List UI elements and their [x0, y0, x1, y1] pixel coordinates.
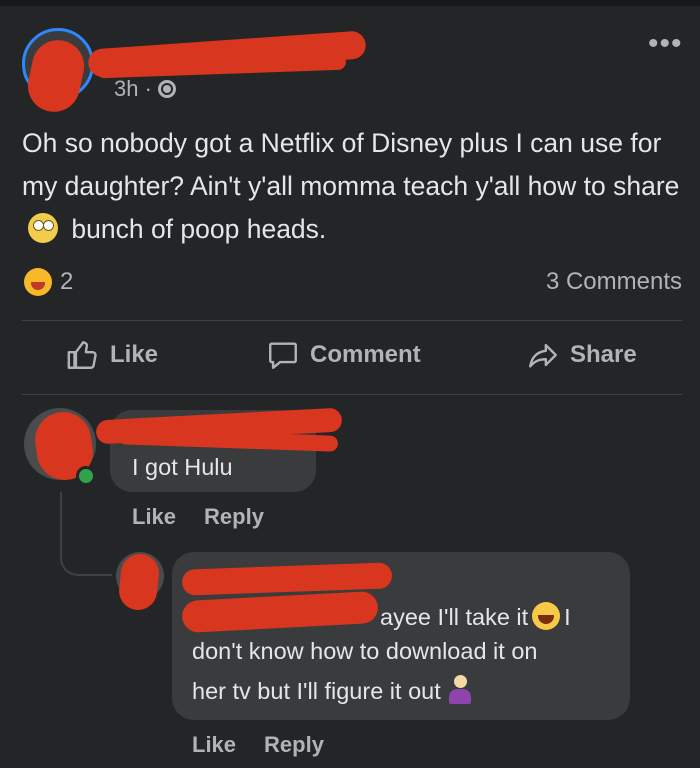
post-action-bar: Like Comment Share	[22, 338, 682, 378]
reaction-summary[interactable]: 2	[24, 268, 73, 296]
reply-text-part2: I	[564, 604, 571, 630]
share-button[interactable]: Share	[526, 338, 637, 372]
reply-actions: Like Reply	[192, 732, 324, 758]
reply-text-line3-wrap: her tv but I'll figure it out	[192, 672, 473, 710]
share-label: Share	[570, 341, 637, 368]
post-body: Oh so nobody got a Netflix of Disney plu…	[22, 122, 687, 251]
comment-reply-button[interactable]: Reply	[204, 504, 264, 530]
share-arrow-icon	[529, 343, 557, 368]
reply-text-line2: don't know how to download it on	[192, 638, 538, 664]
post-timestamp: 3h ·	[114, 76, 152, 101]
reply-reply-button[interactable]: Reply	[264, 732, 324, 758]
globe-icon	[157, 80, 176, 98]
online-status-dot	[76, 466, 96, 486]
comment-button[interactable]: Comment	[266, 338, 421, 372]
like-button[interactable]: Like	[66, 338, 158, 372]
comment-text: I got Hulu	[132, 454, 233, 480]
comment-actions: Like Reply	[132, 504, 264, 530]
reply-like-button[interactable]: Like	[192, 732, 236, 758]
thumbs-up-icon	[67, 341, 97, 369]
divider	[22, 320, 682, 321]
comment-label: Comment	[310, 341, 421, 368]
reply-text-line1: ayee I'll take it I	[380, 598, 571, 636]
reply-text-line3: her tv but I'll figure it out	[192, 678, 441, 704]
face-with-rolling-eyes-icon	[28, 213, 58, 243]
more-options-button[interactable]: •••	[648, 29, 683, 59]
reply-thread-line	[60, 492, 112, 576]
redaction-mark	[117, 552, 161, 612]
divider	[22, 394, 682, 395]
comment-icon	[269, 342, 297, 369]
reaction-count: 2	[60, 268, 74, 295]
comments-count-link[interactable]: 3 Comments	[546, 268, 682, 296]
reply-text-part1: ayee I'll take it	[380, 604, 529, 630]
comment-like-button[interactable]: Like	[132, 504, 176, 530]
face-with-tears-of-joy-icon	[532, 602, 561, 630]
post-text-part2: bunch of poop heads.	[71, 214, 327, 244]
person-shrugging-icon	[447, 675, 473, 705]
post-text-part1: Oh so nobody got a Netflix of Disney plu…	[22, 128, 680, 201]
haha-reaction-icon	[24, 268, 52, 296]
like-label: Like	[110, 341, 159, 368]
post-meta: 3h ·	[114, 76, 176, 102]
top-bar	[0, 0, 700, 6]
